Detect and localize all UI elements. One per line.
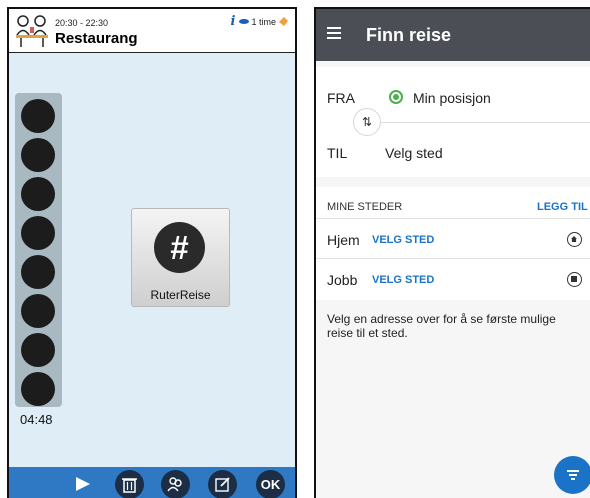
- edit-button[interactable]: [208, 470, 237, 498]
- divider: [365, 122, 590, 123]
- from-label: FRA: [327, 90, 355, 106]
- time-dot: [21, 333, 55, 367]
- ruterreise-app-tile[interactable]: # RuterReise: [131, 208, 230, 307]
- delete-button[interactable]: [115, 470, 144, 498]
- select-work-button[interactable]: VELG STED: [372, 274, 434, 286]
- time-dot: [21, 294, 55, 328]
- to-field[interactable]: Velg sted: [385, 145, 443, 161]
- filter-icon-line: [571, 478, 575, 480]
- duration-label: 1 time: [251, 16, 276, 27]
- filter-button[interactable]: [554, 456, 590, 494]
- page-title: Finn reise: [366, 25, 452, 45]
- my-location-icon: [389, 90, 403, 104]
- from-field[interactable]: Min posisjon: [413, 90, 491, 106]
- participants-button[interactable]: [161, 470, 190, 498]
- to-label: TIL: [327, 145, 348, 161]
- eye-icon: [239, 19, 250, 24]
- info-icon[interactable]: i: [231, 14, 236, 29]
- filter-icon: [567, 470, 579, 472]
- time-dots-strip: [15, 93, 62, 407]
- place-name-work: Jobb: [327, 272, 358, 288]
- my-places-header: MINE STEDER: [327, 201, 403, 213]
- briefcase-icon: [567, 272, 582, 287]
- people-icon: [167, 477, 182, 492]
- time-dot: [21, 99, 55, 133]
- right-phone-screen: Finn reise FRA Min posisjon ⇅ TIL Velg s…: [314, 7, 590, 498]
- place-name-home: Hjem: [327, 232, 360, 248]
- bottom-toolbar: OK: [9, 467, 295, 498]
- restaurant-pictogram-icon: [16, 15, 48, 47]
- time-dot: [21, 372, 55, 406]
- time-dot: [21, 216, 55, 250]
- add-place-button[interactable]: LEGG TIL: [537, 201, 588, 213]
- activity-header: 20:30 - 22:30 Restaurang i 1 time: [9, 9, 295, 53]
- divider: [316, 218, 590, 219]
- app-tile-label: RuterReise: [150, 288, 211, 302]
- hand-icon: [279, 17, 288, 26]
- route-card: FRA Min posisjon ⇅ TIL Velg sted: [316, 67, 590, 177]
- activity-time-range: 20:30 - 22:30: [55, 18, 109, 28]
- remaining-time: 04:48: [20, 412, 53, 427]
- divider: [316, 258, 590, 259]
- menu-icon[interactable]: [327, 27, 341, 41]
- activity-title: Restaurang: [55, 30, 138, 47]
- help-text: Velg en adresse over for å se første mul…: [327, 312, 556, 340]
- left-phone-screen: 20:30 - 22:30 Restaurang i 1 time 04:48 …: [7, 7, 297, 498]
- home-icon: [567, 232, 582, 247]
- filter-icon-line: [569, 474, 577, 476]
- time-dot: [21, 255, 55, 289]
- speaker-icon[interactable]: [73, 474, 93, 494]
- hash-icon: #: [154, 222, 205, 273]
- time-dot: [21, 177, 55, 211]
- select-home-button[interactable]: VELG STED: [372, 234, 434, 246]
- my-places-card: MINE STEDER LEGG TIL Hjem VELG STED Jobb…: [316, 187, 590, 300]
- ok-button[interactable]: OK: [256, 470, 285, 498]
- activity-info[interactable]: i 1 time: [231, 14, 289, 29]
- trash-icon: [122, 478, 137, 493]
- app-bar: Finn reise: [316, 9, 590, 61]
- time-dot: [21, 138, 55, 172]
- edit-icon: [215, 477, 230, 492]
- swap-button[interactable]: ⇅: [353, 108, 381, 136]
